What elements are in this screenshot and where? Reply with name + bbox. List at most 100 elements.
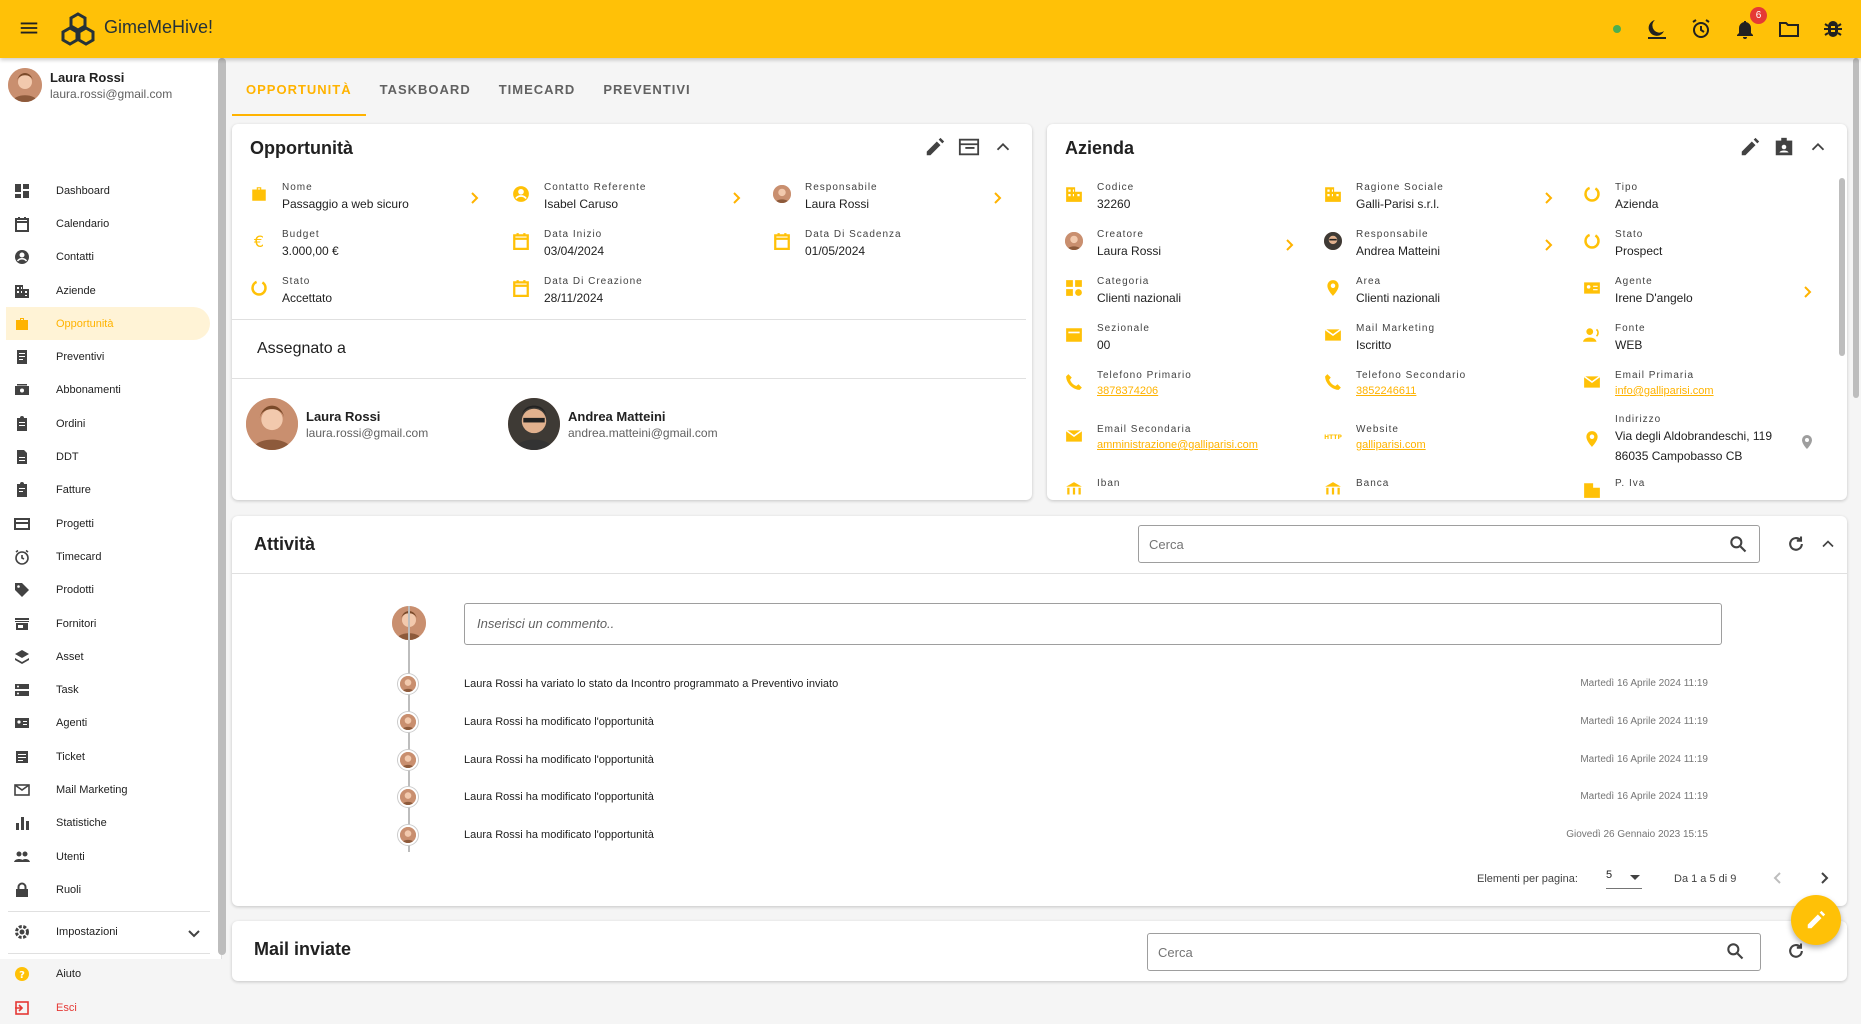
divider xyxy=(232,319,1026,320)
activity-text: Laura Rossi ha modificato l'opportunità xyxy=(464,754,654,766)
refresh-icon[interactable] xyxy=(1786,534,1806,554)
field-label: Iban xyxy=(1097,478,1121,489)
sidebar-item-ordini[interactable]: Ordini xyxy=(0,407,218,440)
euro-icon: € xyxy=(250,232,268,250)
sidebar-item-esci[interactable]: Esci xyxy=(0,991,218,1024)
chevron-right-icon[interactable] xyxy=(1799,284,1815,300)
current-user[interactable]: Laura Rossi laura.rossi@gmail.com xyxy=(8,68,172,102)
sidebar-item-statistiche[interactable]: Statistiche xyxy=(0,807,218,840)
sidebar-item-label: Opportunità xyxy=(56,317,114,330)
sidebar-item-opportunita[interactable]: Opportunità xyxy=(6,307,210,341)
ticket-icon xyxy=(14,749,30,765)
phone-link[interactable]: 3878374206 xyxy=(1097,385,1192,397)
sidebar-item-label: Impostazioni xyxy=(56,926,118,939)
sidebar-item-asset[interactable]: Asset xyxy=(0,640,218,673)
assignee-name: Andrea Matteini xyxy=(568,408,666,424)
edit-icon[interactable] xyxy=(1739,136,1761,158)
notification-count-badge: 6 xyxy=(1750,7,1767,24)
nav-divider xyxy=(8,910,210,912)
collapse-icon[interactable] xyxy=(1818,534,1838,554)
chevron-right-icon[interactable] xyxy=(1281,237,1297,253)
sidebar-item-preventivi[interactable]: Preventivi xyxy=(0,340,218,373)
chevron-right-icon[interactable] xyxy=(728,190,744,206)
collapse-icon[interactable] xyxy=(992,136,1014,158)
sidebar-item-calendario[interactable]: Calendario xyxy=(0,207,218,240)
page-scrollbar[interactable] xyxy=(1853,58,1859,398)
email-link[interactable]: info@galliparisi.com xyxy=(1615,385,1714,397)
items-per-page-select[interactable]: 5 xyxy=(1606,869,1642,889)
sidebar-item-progetti[interactable]: Progetti xyxy=(0,507,218,540)
sidebar-item-fatture[interactable]: Fatture xyxy=(0,474,218,507)
map-pin-icon[interactable] xyxy=(1799,434,1815,450)
chevron-right-icon[interactable] xyxy=(1540,237,1556,253)
tab-taskboard[interactable]: TASKBOARD xyxy=(366,58,485,116)
mail-search-input[interactable] xyxy=(1147,933,1761,971)
edit-icon[interactable] xyxy=(924,136,946,158)
search-icon[interactable] xyxy=(1728,534,1748,554)
dark-mode-icon[interactable] xyxy=(1645,17,1669,41)
sidebar-item-ticket[interactable]: Ticket xyxy=(0,740,218,773)
sidebar-item-dashboard[interactable]: Dashboard xyxy=(0,174,218,207)
sidebar-item-agenti[interactable]: Agenti xyxy=(0,707,218,740)
sidebar-item-ruoli[interactable]: Ruoli xyxy=(0,873,218,906)
assignee[interactable]: Andrea Matteini andrea.matteini@gmail.com xyxy=(508,398,718,450)
sidebar-item-fornitori[interactable]: Fornitori xyxy=(0,607,218,640)
assignee[interactable]: Laura Rossi laura.rossi@gmail.com xyxy=(246,398,428,450)
field-value: Accettato xyxy=(282,291,333,305)
sidebar-item-task[interactable]: Task xyxy=(0,673,218,706)
bug-report-icon[interactable] xyxy=(1821,17,1845,41)
source-icon xyxy=(1583,326,1601,344)
company-scrollbar[interactable] xyxy=(1839,178,1845,356)
divider xyxy=(232,573,1847,574)
activity-date: Martedì 16 Aprile 2024 11:19 xyxy=(1580,716,1708,727)
field-label: Data Inizio xyxy=(544,229,603,240)
previous-page-icon[interactable] xyxy=(1770,870,1786,886)
sidebar-item-timecard[interactable]: Timecard xyxy=(0,540,218,573)
chevron-right-icon[interactable] xyxy=(1540,190,1556,206)
sidebar-item-mail-marketing[interactable]: Mail Marketing xyxy=(0,773,218,806)
sidebar-item-ddt[interactable]: DDT xyxy=(0,440,218,473)
sidebar-item-contatti[interactable]: Contatti xyxy=(0,241,218,274)
sidebar-item-utenti[interactable]: Utenti xyxy=(0,840,218,873)
menu-icon[interactable] xyxy=(18,17,40,39)
search-icon[interactable] xyxy=(1725,941,1745,961)
sidebar-item-prodotti[interactable]: Prodotti xyxy=(0,574,218,607)
tab-preventivi[interactable]: PREVENTIVI xyxy=(589,58,704,116)
field-label: Sezionale xyxy=(1097,323,1150,334)
sidebar-item-impostazioni[interactable]: Impostazioni xyxy=(0,916,218,949)
user-name: Laura Rossi xyxy=(50,69,125,85)
sidebar-item-aiuto[interactable]: ? Aiuto xyxy=(0,958,218,991)
notifications-icon[interactable]: 6 xyxy=(1733,7,1767,41)
alarm-icon[interactable] xyxy=(1689,17,1713,41)
field-ragione-sociale: Ragione Sociale Galli-Parisi s.r.l. xyxy=(1324,182,1556,211)
phone-link[interactable]: 3852246611 xyxy=(1356,385,1466,397)
card-view-icon[interactable] xyxy=(958,136,980,158)
sidebar-item-abbonamenti[interactable]: Abbonamenti xyxy=(0,374,218,407)
chevron-down-icon[interactable] xyxy=(186,925,202,941)
svg-text:HTTP: HTTP xyxy=(1324,434,1342,441)
assignee-email: laura.rossi@gmail.com xyxy=(306,425,429,440)
comment-input[interactable]: Inserisci un commento.. xyxy=(464,603,1722,645)
activity-search-input[interactable] xyxy=(1138,525,1760,563)
folder-icon[interactable] xyxy=(1777,17,1801,41)
sidebar-item-aziende[interactable]: Aziende xyxy=(0,274,218,307)
contact-card-icon[interactable] xyxy=(1773,136,1795,158)
activity-avatar xyxy=(398,674,418,694)
collapse-icon[interactable] xyxy=(1807,136,1829,158)
refresh-icon[interactable] xyxy=(1786,941,1806,961)
tab-timecard[interactable]: TIMECARD xyxy=(485,58,590,116)
field-codice: Codice 32260 xyxy=(1065,182,1297,211)
next-page-icon[interactable] xyxy=(1816,870,1832,886)
field-tipo: Tipo Azienda xyxy=(1583,182,1815,211)
sidebar-item-label: Agenti xyxy=(56,717,88,730)
chevron-right-icon[interactable] xyxy=(466,190,482,206)
edit-fab-button[interactable] xyxy=(1791,895,1841,945)
website-link[interactable]: galliparisi.com xyxy=(1356,439,1426,451)
field-value: Passaggio a web sicuro xyxy=(282,197,409,211)
sidebar-scrollbar[interactable] xyxy=(218,58,226,955)
email-link[interactable]: amministrazione@galliparisi.com xyxy=(1097,439,1258,451)
chevron-right-icon[interactable] xyxy=(989,190,1005,206)
sidebar-item-label: Abbonamenti xyxy=(56,384,121,397)
tab-opportunita[interactable]: OPPORTUNITÀ xyxy=(232,58,366,116)
field-data-creazione: Data Di Creazione 28/11/2024 xyxy=(512,276,762,305)
